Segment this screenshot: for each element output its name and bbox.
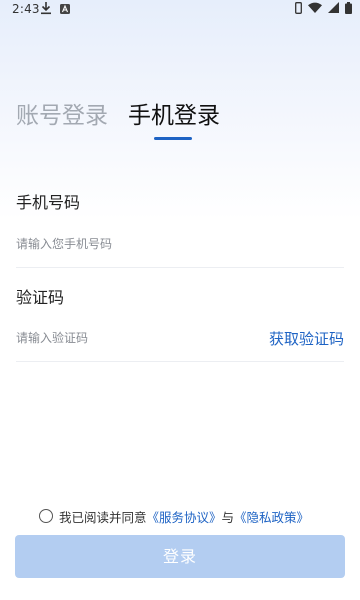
tab-phone-login[interactable]: 手机登录 [128, 100, 220, 132]
agree-radio-button[interactable] [39, 509, 53, 523]
active-tab-indicator [154, 137, 192, 140]
agreement-row: 我已阅读并同意 《服务协议》 与 《隐私政策》 [39, 507, 309, 525]
agreement-conjunction: 与 [221, 509, 235, 525]
code-input[interactable] [16, 326, 246, 350]
battery-icon [345, 1, 352, 17]
tab-account-login[interactable]: 账号登录 [16, 100, 108, 132]
download-icon [40, 1, 52, 15]
get-code-button[interactable]: 获取验证码 [269, 328, 344, 349]
login-button[interactable]: 登录 [15, 535, 345, 578]
phone-divider [16, 267, 344, 268]
phone-label: 手机号码 [16, 193, 81, 212]
phone-input[interactable] [16, 232, 344, 256]
status-time: 2:43 [12, 2, 40, 16]
code-label: 验证码 [16, 288, 65, 307]
status-icons [295, 1, 352, 17]
signal-icon [328, 2, 339, 16]
service-agreement-link[interactable]: 《服务协议》 [147, 507, 222, 526]
status-bar: 2:43 [0, 0, 360, 20]
a-app-icon [60, 3, 70, 14]
phone-icon [295, 1, 302, 17]
privacy-policy-link[interactable]: 《隐私政策》 [234, 507, 309, 526]
wifi-icon [308, 2, 322, 16]
code-divider [16, 361, 344, 362]
agreement-prefix: 我已阅读并同意 [59, 509, 147, 525]
